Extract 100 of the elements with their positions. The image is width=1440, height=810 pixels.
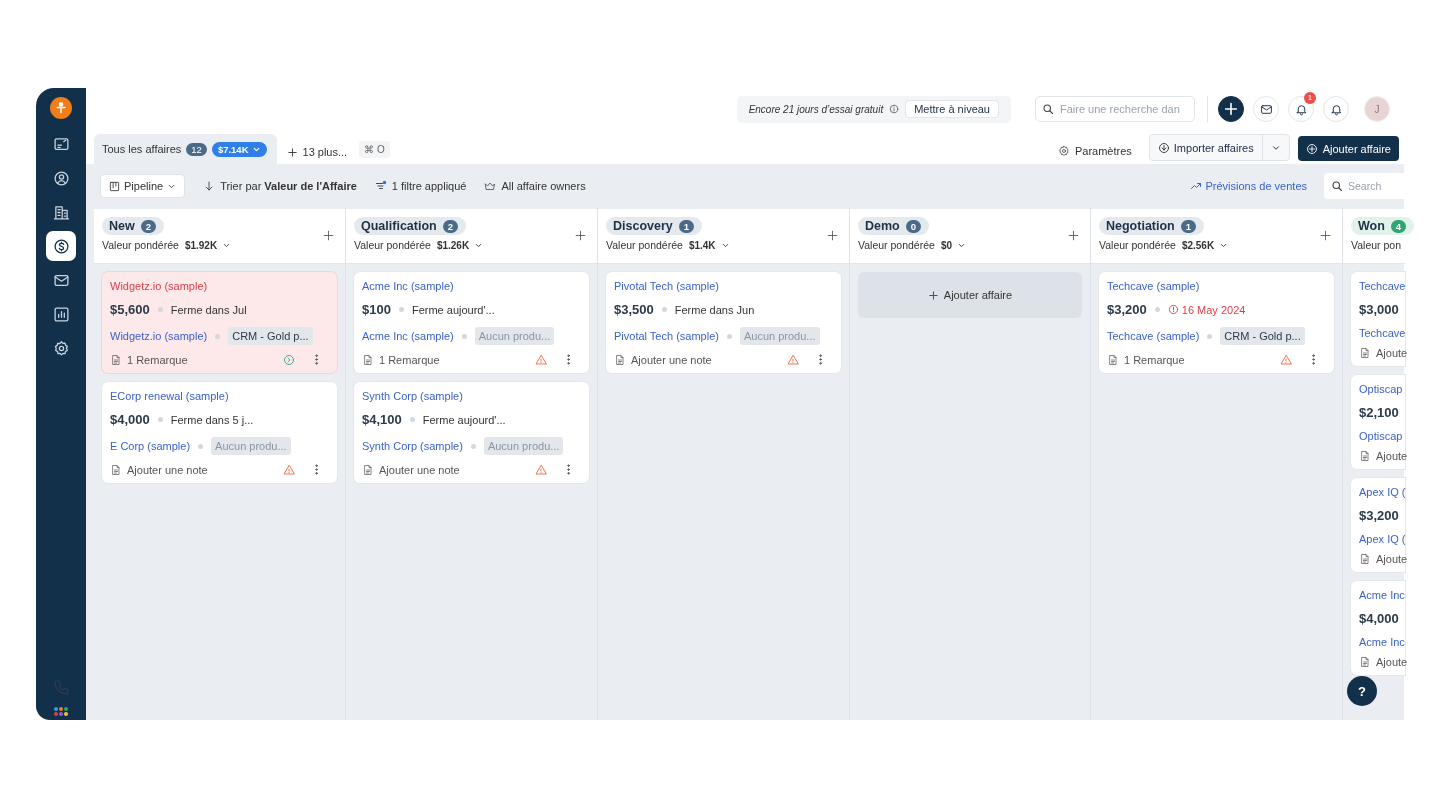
note-text[interactable]: Ajouter une note	[127, 463, 208, 476]
company-link[interactable]: E Corp (sample)	[110, 440, 191, 452]
weighted-label: Valeur pondérée	[354, 239, 431, 251]
apps-icon[interactable]	[53, 706, 69, 716]
deal-card[interactable]: Pivotal Tech (sample) $3,500 Ferme dans Jun Pivotal Tech (sample) Aucun produ... Ajouter une note	[606, 272, 841, 373]
add-deal-button[interactable]: Ajouter affaire	[1297, 136, 1399, 161]
note-icon	[1359, 553, 1371, 565]
deal-card[interactable]: Optiscap $2,100 Optiscap Ajoute	[1351, 375, 1405, 469]
company-link[interactable]: Techcave	[1359, 327, 1406, 339]
add-button[interactable]	[826, 229, 839, 242]
stage-label: Demo 0	[858, 217, 930, 235]
settings-button[interactable]: Paramètres	[1051, 144, 1138, 158]
note-text[interactable]: 1 Remarque	[1124, 353, 1185, 366]
forecast-link[interactable]: Prévisions de ventes	[1189, 180, 1307, 192]
weighted-value[interactable]: $1.4K	[688, 239, 730, 251]
building-icon	[52, 203, 70, 221]
deal-title[interactable]: Techcave	[1359, 280, 1405, 292]
note-text[interactable]: 1 Remarque	[127, 353, 188, 366]
deal-amount: $2,100	[1359, 405, 1399, 420]
note-text[interactable]: Ajoute	[1376, 347, 1408, 359]
view-dropdown[interactable]: Pipeline	[100, 174, 186, 198]
company-link[interactable]: Pivotal Tech (sample)	[614, 330, 719, 342]
deal-card[interactable]: Synth Corp (sample) $4,100 Ferme aujourd'... Synth Corp (sample) Aucun produ... Ajouter une note	[354, 382, 589, 483]
note-icon	[1107, 353, 1119, 366]
weighted-value[interactable]: $1.26K	[436, 239, 484, 251]
mail-button[interactable]	[1253, 96, 1279, 122]
note-text[interactable]: Ajoute	[1376, 450, 1408, 462]
deal-amount: $100	[362, 302, 391, 317]
add-button[interactable]	[322, 229, 335, 242]
contact-icon	[52, 169, 70, 187]
add-button[interactable]	[1067, 229, 1080, 242]
deal-title[interactable]: Apex IQ (	[1359, 486, 1405, 498]
deal-title[interactable]: ECorp renewal (sample)	[110, 390, 329, 402]
deal-title[interactable]: Techcave (sample)	[1107, 280, 1326, 292]
add-deal-button[interactable]: Ajouter affaire	[858, 272, 1082, 318]
deal-card[interactable]: Techcave (sample) $3,200 16 May 2024 Techcave (sample) CRM - Gold p... 1 Remarque	[1099, 272, 1334, 373]
company-link[interactable]: Synth Corp (sample)	[362, 440, 463, 452]
mail-icon	[1259, 102, 1273, 116]
company-link[interactable]: Techcave (sample)	[1107, 330, 1200, 342]
gear-icon	[1057, 145, 1070, 157]
deal-card[interactable]: Widgetz.io (sample) $5,600 Ferme dans Jul Widgetz.io (sample) CRM - Gold p... 1 Remarque	[102, 272, 337, 373]
plus-icon	[322, 229, 335, 242]
bar-chart-icon	[52, 305, 70, 323]
note-text[interactable]: 1 Remarque	[379, 353, 440, 366]
plus-icon	[927, 289, 939, 301]
stage-label: Qualification 2	[354, 217, 466, 235]
deal-card[interactable]: Techcave $3,000 Techcave Ajoute	[1351, 272, 1405, 366]
create-button[interactable]	[1218, 96, 1244, 122]
note-text[interactable]: Ajouter une note	[631, 353, 712, 366]
note-icon	[1359, 347, 1371, 359]
deal-card[interactable]: Acme Inc (sample) $100 Ferme aujourd'... Acme Inc (sample) Aucun produ... 1 Remarque	[354, 272, 589, 373]
board-icon	[109, 180, 120, 192]
company-link[interactable]: Acme Inc	[1359, 636, 1405, 648]
bell-icon	[1294, 102, 1308, 116]
weighted-value[interactable]: $0	[940, 239, 966, 251]
deal-card[interactable]: ECorp renewal (sample) $4,000 Ferme dans 5 j... E Corp (sample) Aucun produ... Ajouter une note	[102, 382, 337, 483]
sort-button[interactable]: Trier par Valeur de l'Affaire	[203, 180, 357, 192]
note-text[interactable]: Ajoute	[1376, 656, 1408, 668]
view-tab[interactable]: Tous les affaires 12 $7.14K	[94, 134, 277, 164]
value-pill[interactable]: $7.14K	[211, 141, 267, 157]
note-text[interactable]: Ajoute	[1376, 553, 1408, 565]
owner-filter[interactable]: All affaire owners	[484, 180, 586, 192]
deal-title[interactable]: Acme Inc	[1359, 589, 1405, 601]
upgrade-button[interactable]: Mettre à niveau	[905, 100, 999, 118]
add-button[interactable]	[574, 229, 587, 242]
note-icon	[1359, 450, 1371, 462]
company-link[interactable]: Widgetz.io (sample)	[110, 330, 208, 342]
trial-text: Encore 21 jours d’essai gratuit	[748, 103, 884, 115]
sidebar-item[interactable]	[46, 231, 76, 261]
deal-title[interactable]: Synth Corp (sample)	[362, 390, 581, 402]
company-link[interactable]: Optiscap	[1359, 430, 1403, 442]
dashboard-icon	[52, 135, 70, 153]
count-badge: 4	[1390, 219, 1407, 233]
deal-card[interactable]: Apex IQ ( $3,200 Apex IQ ( Ajoute	[1351, 478, 1405, 572]
note-text[interactable]: Ajouter une note	[379, 463, 460, 476]
deal-title[interactable]: Pivotal Tech (sample)	[614, 280, 833, 292]
bell-button[interactable]	[1323, 96, 1349, 122]
deal-title[interactable]: Acme Inc (sample)	[362, 280, 581, 292]
search-field[interactable]: Search	[1324, 173, 1404, 199]
weighted-value[interactable]: $2.56K	[1181, 239, 1229, 251]
plus-icon	[1223, 101, 1239, 117]
deal-title[interactable]: Widgetz.io (sample)	[110, 280, 329, 292]
filter-button[interactable]: 1 filtre appliqué	[374, 180, 467, 192]
weighted-value[interactable]: $1.92K	[184, 239, 232, 251]
plus-icon	[286, 146, 298, 158]
product-tag: CRM - Gold p...	[228, 327, 313, 345]
search-field[interactable]: Faire une recherche dan	[1035, 96, 1195, 122]
search-icon	[1042, 103, 1054, 115]
company-link[interactable]: Apex IQ (	[1359, 533, 1406, 545]
company-link[interactable]: Acme Inc (sample)	[362, 330, 454, 342]
alertc-icon	[1167, 304, 1179, 315]
deal-card[interactable]: Acme Inc $4,000 Acme Inc Ajoute	[1351, 581, 1405, 675]
more-views-button[interactable]: 13 plus...	[286, 146, 348, 158]
pluscircle-icon	[1305, 142, 1318, 155]
stage-label: Discovery 1	[606, 217, 703, 235]
weighted-label: Valeur pondérée	[1099, 239, 1176, 251]
add-button[interactable]	[1319, 229, 1332, 242]
deal-title[interactable]: Optiscap	[1359, 383, 1405, 395]
crown-icon	[484, 180, 497, 192]
logo-icon	[50, 97, 72, 119]
